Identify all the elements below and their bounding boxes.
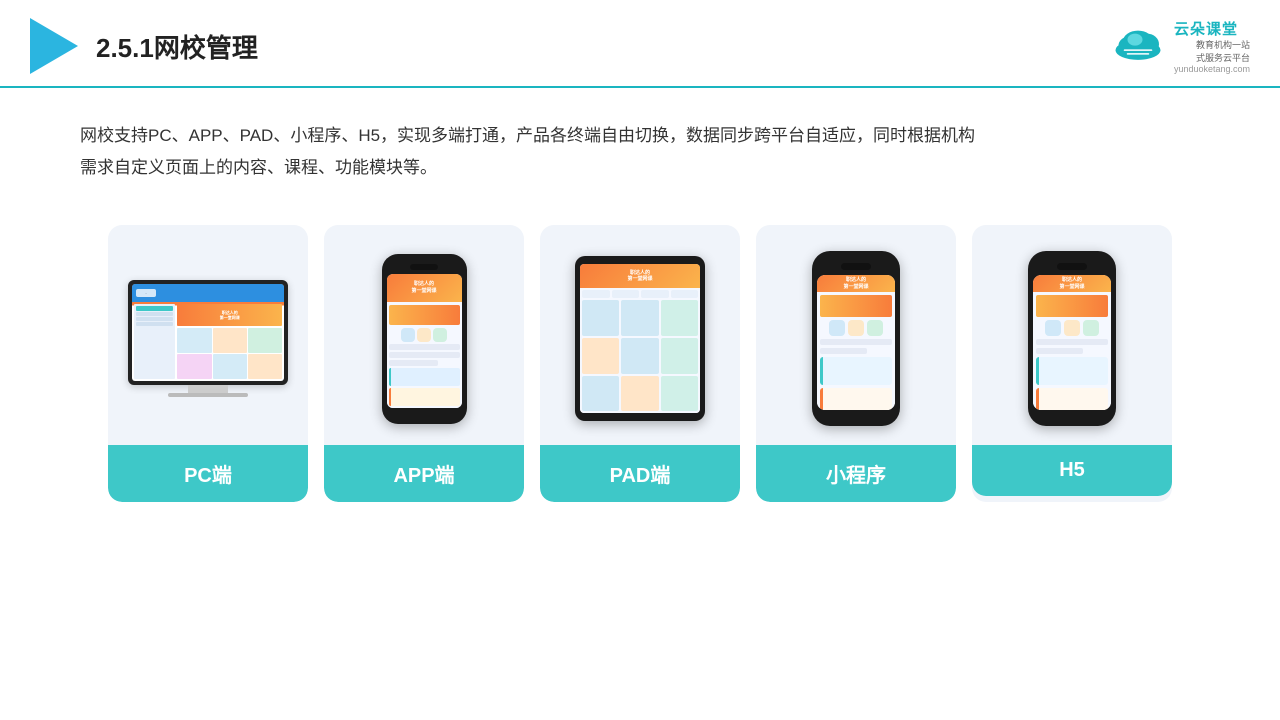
phone-icon-3	[433, 328, 447, 342]
brand-tagline-2: 式服务云平台	[1196, 53, 1250, 63]
brand-tagline-1: 教育机构一站	[1196, 40, 1250, 50]
mini-card-1	[820, 357, 892, 385]
mini-icons-row	[820, 320, 892, 336]
brand-logo: 云朵课堂 教育机构一站 式服务云平台 yunduoketang.com	[1108, 18, 1250, 74]
card-h5-label: H5	[972, 445, 1172, 496]
tablet-grid	[582, 300, 698, 411]
tablet-screen: 职达人的第一堂网课	[580, 264, 700, 413]
card-app-label: APP端	[324, 445, 524, 502]
description-block: 网校支持PC、APP、PAD、小程序、H5，实现多端打通，产品各终端自由切换，数…	[0, 88, 1280, 205]
header-left: 2.5.1网校管理	[30, 18, 258, 74]
mini-screen: 职达人的第一堂网课	[817, 275, 895, 410]
h5-top-bar: 职达人的第一堂网课	[1033, 275, 1111, 292]
pc-screen: ...	[128, 280, 288, 385]
mini-line-2	[820, 348, 867, 354]
brand-url: yunduoketang.com	[1174, 64, 1250, 74]
mini-notch	[841, 263, 871, 270]
h5-card-2	[1036, 388, 1108, 410]
tablet-cell-4	[582, 338, 619, 374]
tablet-body	[580, 288, 700, 413]
phone-line-2	[389, 352, 460, 358]
mini-top-bar: 职达人的第一堂网课	[817, 275, 895, 292]
mini-line-1	[820, 339, 892, 345]
app-phone-mockup: 职达人的第一堂网课	[382, 254, 467, 424]
card-app-image: 职达人的第一堂网课	[324, 225, 524, 445]
mini-icon-3	[867, 320, 883, 336]
phone-notch	[410, 264, 438, 270]
card-pc: ...	[108, 225, 308, 502]
mini-icon-1	[829, 320, 845, 336]
tablet-cell-8	[621, 376, 658, 412]
h5-body	[1033, 292, 1111, 410]
h5-banner	[1036, 295, 1108, 317]
tablet-cell-2	[621, 300, 658, 336]
phone-screen: 职达人的第一堂网课	[387, 274, 462, 408]
card-pad: 职达人的第一堂网课	[540, 225, 740, 502]
phone-line-3	[389, 360, 439, 366]
card-mini: 职达人的第一堂网课 小程序	[756, 225, 956, 502]
brand-name: 云朵课堂 教育机构一站 式服务云平台 yunduoketang.com	[1174, 18, 1250, 74]
h5-icon-1	[1045, 320, 1061, 336]
h5-screen: 职达人的第一堂网课	[1033, 275, 1111, 410]
phone-card-2	[389, 388, 460, 406]
mini-body	[817, 292, 895, 410]
mini-phone-mockup: 职达人的第一堂网课	[812, 251, 900, 426]
phone-card-1	[389, 368, 460, 386]
page-title: 2.5.1网校管理	[96, 28, 258, 65]
description-line1: 网校支持PC、APP、PAD、小程序、H5，实现多端打通，产品各终端自由切换，数…	[80, 120, 1200, 152]
header: 2.5.1网校管理 云朵课堂	[0, 0, 1280, 88]
tablet-cell-1	[582, 300, 619, 336]
tablet-nav	[582, 290, 698, 298]
tablet-top-bar: 职达人的第一堂网课	[580, 264, 700, 288]
mini-card-2	[820, 388, 892, 410]
tablet-cell-3	[661, 300, 698, 336]
tablet-nav-4	[671, 290, 699, 298]
h5-line-1	[1036, 339, 1108, 345]
tablet-cell-7	[582, 376, 619, 412]
header-right: 云朵课堂 教育机构一站 式服务云平台 yunduoketang.com	[1108, 18, 1250, 74]
card-mini-image: 职达人的第一堂网课	[756, 225, 956, 445]
phone-icon-2	[417, 328, 431, 342]
phone-top-bar: 职达人的第一堂网课	[387, 274, 462, 302]
mini-banner	[820, 295, 892, 317]
tablet-cell-6	[661, 338, 698, 374]
card-pc-label: PC端	[108, 445, 308, 502]
h5-line-2	[1036, 348, 1083, 354]
tablet-cell-9	[661, 376, 698, 412]
brand-icon-group: 云朵课堂 教育机构一站 式服务云平台 yunduoketang.com	[1108, 18, 1250, 74]
card-h5: 职达人的第一堂网课 H5	[972, 225, 1172, 502]
h5-notch	[1057, 263, 1087, 270]
card-pad-image: 职达人的第一堂网课	[540, 225, 740, 445]
phone-icons-row	[389, 328, 460, 342]
cloud-icon	[1108, 28, 1168, 64]
h5-card-1	[1036, 357, 1108, 385]
card-mini-label: 小程序	[756, 445, 956, 502]
phone-icon-1	[401, 328, 415, 342]
h5-icon-2	[1064, 320, 1080, 336]
card-app: 职达人的第一堂网课	[324, 225, 524, 502]
tablet-mockup: 职达人的第一堂网课	[575, 256, 705, 421]
phone-line-1	[389, 344, 460, 350]
card-pc-image: ...	[108, 225, 308, 445]
tablet-nav-1	[582, 290, 610, 298]
tablet-cell-5	[621, 338, 658, 374]
card-h5-image: 职达人的第一堂网课	[972, 225, 1172, 445]
tablet-nav-2	[612, 290, 640, 298]
description-line2: 需求自定义页面上的内容、课程、功能模块等。	[80, 152, 1200, 184]
h5-icons-row	[1036, 320, 1108, 336]
card-pad-label: PAD端	[540, 445, 740, 502]
phone-banner	[389, 305, 460, 325]
h5-phone-mockup: 职达人的第一堂网课	[1028, 251, 1116, 426]
mini-icon-2	[848, 320, 864, 336]
cards-container: ...	[0, 205, 1280, 532]
logo-triangle-icon	[30, 18, 78, 74]
tablet-nav-3	[641, 290, 669, 298]
h5-icon-3	[1083, 320, 1099, 336]
phone-body	[387, 302, 462, 408]
